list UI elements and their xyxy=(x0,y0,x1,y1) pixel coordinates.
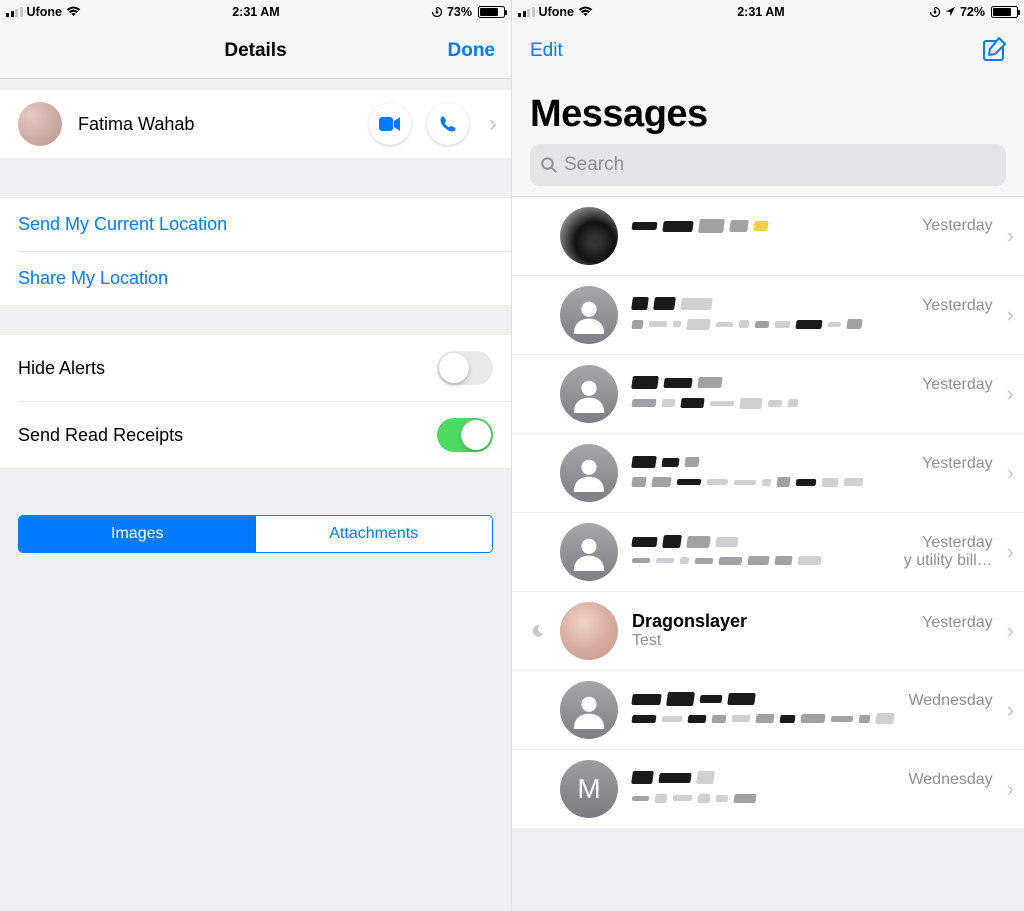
orientation-lock-icon xyxy=(929,6,941,18)
search-input[interactable]: Search xyxy=(530,144,1006,186)
statusbar-right: Ufone 2:31 AM 72% xyxy=(512,0,1024,23)
chevron-right-icon: › xyxy=(1007,539,1014,565)
conversation-time: Yesterday xyxy=(922,217,993,235)
send-current-location-button[interactable]: Send My Current Location xyxy=(0,198,511,251)
conversation-preview xyxy=(632,710,993,730)
wifi-icon xyxy=(66,6,81,17)
conversation-avatar xyxy=(560,681,618,739)
messages-screen: Ufone 2:31 AM 72% Edit Messages Search Y… xyxy=(512,0,1024,911)
segment-images[interactable]: Images xyxy=(19,516,256,552)
hide-alerts-label: Hide Alerts xyxy=(18,358,105,379)
conversation-preview xyxy=(632,315,993,335)
conversation-name: Dragonslayer xyxy=(632,611,747,632)
chevron-right-icon: › xyxy=(1007,697,1014,723)
conversation-time: Yesterday xyxy=(922,376,993,394)
contact-row[interactable]: Fatima Wahab › xyxy=(0,89,511,159)
compose-button[interactable] xyxy=(982,36,1008,67)
conversation-time: Yesterday xyxy=(922,534,993,552)
navbar-details: Details Done xyxy=(0,23,511,79)
conversation-preview: Test xyxy=(632,632,993,652)
conversation-preview: y utility bill… xyxy=(632,552,993,572)
page-title: Messages xyxy=(530,79,1006,144)
conversation-name xyxy=(632,295,712,313)
conversation-avatar xyxy=(560,365,618,423)
navbar-messages: Edit xyxy=(512,23,1024,79)
signal-icon xyxy=(518,7,535,17)
conversation-preview xyxy=(632,789,993,809)
conversation-time: Yesterday xyxy=(922,455,993,473)
conversation-name xyxy=(632,769,714,787)
wifi-icon xyxy=(578,6,593,17)
read-receipts-toggle[interactable] xyxy=(437,418,493,452)
conversation-preview xyxy=(632,235,993,255)
conversation-avatar xyxy=(560,286,618,344)
statusbar-left: Ufone 2:31 AM 73% xyxy=(0,0,511,23)
dnd-indicator xyxy=(530,624,546,638)
battery-icon xyxy=(478,6,505,18)
share-my-location-button[interactable]: Share My Location xyxy=(0,252,511,305)
details-screen: Ufone 2:31 AM 73% Details Done Fatima Wa… xyxy=(0,0,512,911)
done-button[interactable]: Done xyxy=(448,40,496,62)
conversation-avatar xyxy=(560,523,618,581)
conversation-row[interactable]: Wednesday › xyxy=(512,749,1024,828)
conversation-row[interactable]: Yesterdayy utility bill… › xyxy=(512,512,1024,591)
conversation-name xyxy=(632,374,722,392)
conversation-name xyxy=(632,217,768,235)
hide-alerts-toggle[interactable] xyxy=(437,351,493,385)
chevron-right-icon: › xyxy=(1007,223,1014,249)
conversation-time: Yesterday xyxy=(922,614,993,632)
orientation-lock-icon xyxy=(431,6,443,18)
read-receipts-label: Send Read Receipts xyxy=(18,425,183,446)
conversation-row[interactable]: Wednesday › xyxy=(512,670,1024,749)
conversation-name xyxy=(632,533,738,551)
conversation-avatar xyxy=(560,602,618,660)
carrier-label: Ufone xyxy=(27,5,62,19)
chevron-right-icon: › xyxy=(1007,381,1014,407)
chevron-right-icon: › xyxy=(485,110,501,138)
edit-button[interactable]: Edit xyxy=(530,40,563,62)
chevron-right-icon: › xyxy=(1007,618,1014,644)
conversation-time: Yesterday xyxy=(922,297,993,315)
conversation-row[interactable]: Yesterday › xyxy=(512,275,1024,354)
battery-pct: 72% xyxy=(960,5,985,19)
conversation-name xyxy=(632,453,699,471)
conversation-row[interactable]: Yesterday › xyxy=(512,197,1024,275)
conversation-list: Yesterday › Yesterday › Yesterday › Yesterday ›… xyxy=(512,197,1024,828)
conversation-preview xyxy=(632,473,993,493)
clock: 2:31 AM xyxy=(737,5,784,19)
conversation-avatar xyxy=(560,760,618,818)
contact-avatar xyxy=(18,102,62,146)
conversation-avatar xyxy=(560,444,618,502)
conversation-time: Wednesday xyxy=(908,771,992,789)
segmented-control: Images Attachments xyxy=(18,515,493,553)
clock: 2:31 AM xyxy=(232,5,279,19)
search-placeholder: Search xyxy=(564,154,624,176)
signal-icon xyxy=(6,7,23,17)
chevron-right-icon: › xyxy=(1007,776,1014,802)
read-receipts-row: Send Read Receipts xyxy=(0,402,511,468)
conversation-row[interactable]: Yesterday › xyxy=(512,433,1024,512)
chevron-right-icon: › xyxy=(1007,460,1014,486)
conversation-avatar xyxy=(560,207,618,265)
navbar-title: Details xyxy=(224,40,286,62)
conversation-preview xyxy=(632,394,993,414)
location-icon xyxy=(945,6,956,17)
contact-name: Fatima Wahab xyxy=(78,114,353,135)
battery-pct: 73% xyxy=(447,5,472,19)
conversation-row[interactable]: Yesterday › xyxy=(512,354,1024,433)
hide-alerts-row: Hide Alerts xyxy=(0,335,511,401)
search-icon xyxy=(540,156,558,174)
conversation-row[interactable]: Dragonslayer YesterdayTest › xyxy=(512,591,1024,670)
video-call-button[interactable] xyxy=(369,103,411,145)
chevron-right-icon: › xyxy=(1007,302,1014,328)
audio-call-button[interactable] xyxy=(427,103,469,145)
conversation-time: Wednesday xyxy=(908,692,992,710)
carrier-label: Ufone xyxy=(539,5,574,19)
conversation-name xyxy=(632,690,755,708)
battery-icon xyxy=(991,6,1018,18)
segment-attachments[interactable]: Attachments xyxy=(256,516,493,552)
